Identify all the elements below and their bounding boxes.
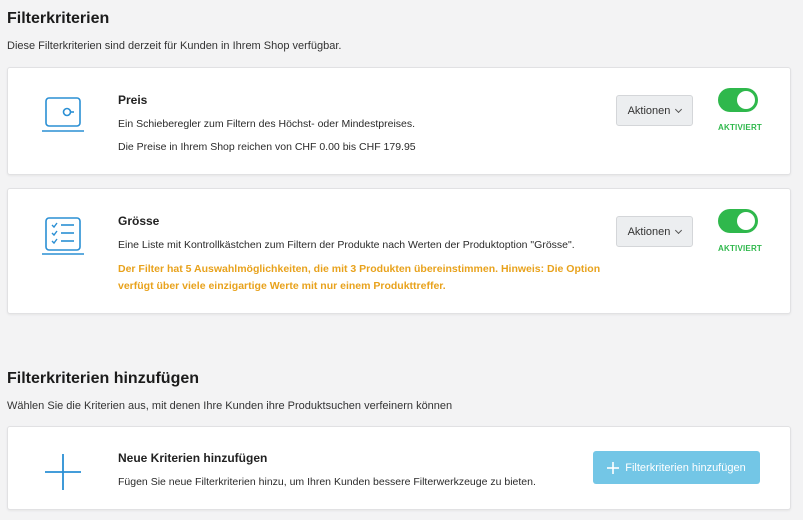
add-criteria-text: Fügen Sie neue Filterkriterien hinzu, um… [118,476,536,488]
add-criteria-title: Neue Kriterien hinzufügen [118,451,268,465]
filter-card-size: Grösse Eine Liste mit Kontrollkästchen z… [7,188,791,314]
filter-card-price: Preis Ein Schieberegler zum Filtern des … [7,67,791,175]
add-criteria-card: Neue Kriterien hinzufügen Fügen Sie neue… [7,426,791,510]
filter-toggle[interactable] [718,88,758,112]
plus-icon [44,453,82,496]
chevron-down-icon [675,226,683,234]
filter-toggle[interactable] [718,209,758,233]
filter-title: Grösse [118,214,160,228]
actions-label: Aktionen [627,104,671,117]
slider-icon [42,95,84,140]
filter-description: Ein Schieberegler zum Filtern des Höchst… [118,118,416,130]
chevron-down-icon [675,105,683,113]
section-description-filters: Diese Filterkriterien sind derzeit für K… [7,40,342,52]
add-criteria-button[interactable]: Filterkriterien hinzufügen [593,451,760,484]
add-criteria-button-label: Filterkriterien hinzufügen [625,461,746,474]
status-label: AKTIVIERT [718,244,763,253]
actions-dropdown-button[interactable]: Aktionen [616,95,693,126]
actions-label: Aktionen [627,225,671,238]
section-title-add-filters: Filterkriterien hinzufügen [7,370,200,387]
toggle-knob [737,91,755,109]
actions-dropdown-button[interactable]: Aktionen [616,216,693,247]
filter-price-range: Die Preise in Ihrem Shop reichen von CHF… [118,141,416,153]
plus-icon [607,461,620,474]
filter-description: Eine Liste mit Kontrollkästchen zum Filt… [118,239,575,251]
toggle-knob [737,212,755,230]
section-title-filters: Filterkriterien [7,10,110,27]
section-description-add-filters: Wählen Sie die Kriterien aus, mit denen … [7,400,453,412]
filter-warning: Der Filter hat 5 Auswahlmöglichkeiten, d… [118,263,601,292]
status-label: AKTIVIERT [718,123,763,132]
checklist-icon [42,216,84,263]
filter-title: Preis [118,93,148,107]
